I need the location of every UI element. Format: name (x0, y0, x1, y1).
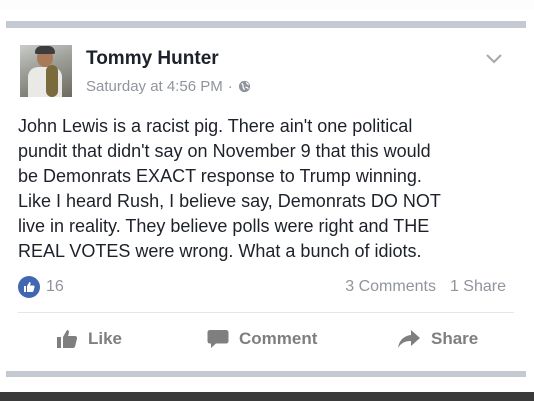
like-button-label: Like (88, 329, 123, 348)
divider (18, 312, 514, 313)
comment-button-label: Comment (239, 329, 318, 348)
like-button[interactable]: Like (56, 322, 122, 356)
comments-count-link[interactable]: 3 Comments (345, 278, 436, 296)
post-actions-bar: Like Comment Share (6, 322, 526, 356)
post-meta: Saturday at 4:56 PM · (86, 78, 251, 95)
bottom-divider-bar (6, 371, 526, 377)
bottom-edge (0, 392, 534, 401)
facebook-post-card: Tommy Hunter Saturday at 4:56 PM · John … (6, 28, 526, 371)
globe-icon[interactable] (238, 80, 251, 93)
author-avatar[interactable] (20, 45, 72, 97)
top-margin (0, 0, 534, 10)
post-text: John Lewis is a racist pig. There ain't … (18, 116, 441, 261)
comment-button[interactable]: Comment (207, 322, 317, 356)
meta-separator: · (227, 78, 233, 95)
post-timestamp[interactable]: Saturday at 4:56 PM (86, 78, 223, 95)
like-reaction-icon (18, 276, 40, 298)
chevron-down-icon[interactable] (484, 52, 504, 66)
like-count: 16 (46, 278, 64, 295)
share-button-label: Share (431, 329, 479, 348)
thumbs-up-icon (57, 330, 78, 348)
screenshot-frame: Tommy Hunter Saturday at 4:56 PM · John … (0, 0, 534, 401)
comment-icon (207, 330, 229, 348)
shares-count-link[interactable]: 1 Share (450, 278, 506, 296)
top-divider-bar (6, 21, 526, 28)
share-arrow-icon (398, 330, 420, 348)
reactions-summary[interactable]: 16 (18, 276, 64, 298)
share-button[interactable]: Share (397, 322, 478, 356)
author-name[interactable]: Tommy Hunter (86, 48, 219, 70)
engagement-counts: 3 Comments 1 Share (345, 278, 506, 296)
